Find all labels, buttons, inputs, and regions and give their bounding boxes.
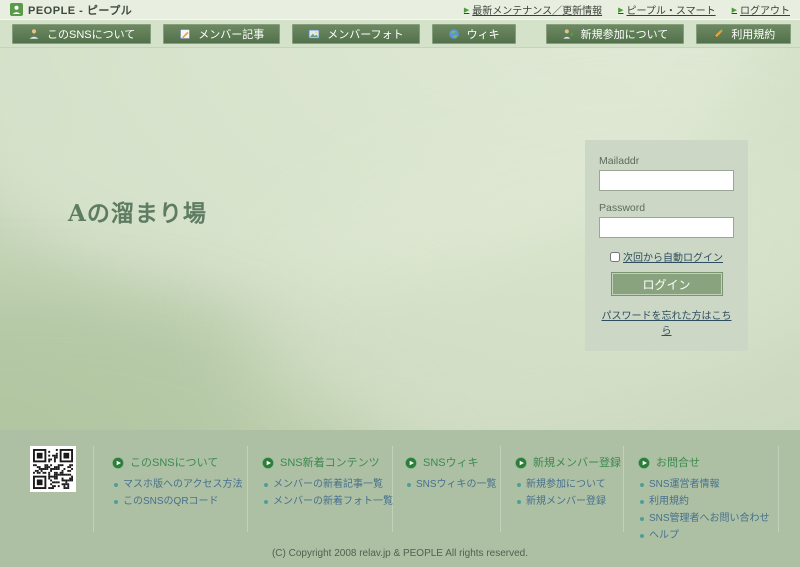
app-title: PEOPLE - ピープル	[28, 2, 132, 18]
auto-login-checkbox[interactable]	[610, 252, 620, 262]
link-logout[interactable]: ログアウト	[732, 2, 790, 17]
person-add-icon	[562, 28, 574, 40]
nav-button-label: このSNSについて	[47, 26, 135, 42]
footer-column-new-content: SNS新着コンテンツ メンバーの新着記事一覧 メンバーの新着フォト一覧	[262, 454, 393, 512]
person-icon	[28, 28, 40, 40]
footer-link[interactable]: ヘルプ	[649, 529, 679, 542]
nav-button-member-photos[interactable]: メンバーフォト	[292, 24, 419, 44]
footer-link[interactable]: SNS運営者情報	[649, 478, 720, 491]
footer-divider	[623, 446, 624, 532]
footer-column-title[interactable]: このSNSについて	[130, 454, 218, 470]
nav-button-about-sns[interactable]: このSNSについて	[12, 24, 151, 44]
play-circle-icon	[638, 456, 650, 468]
footer-column-title[interactable]: SNS新着コンテンツ	[280, 454, 380, 470]
footer-column-contact: お問合せ SNS運営者情報 利用規約 SNS管理者へお問い合わせ ヘルプ	[638, 454, 770, 546]
mailaddr-input[interactable]	[599, 170, 734, 191]
footer-column-title[interactable]: 新規メンバー登録	[533, 454, 621, 470]
nav-button-terms[interactable]: 利用規約	[696, 24, 791, 44]
play-circle-icon	[515, 456, 527, 468]
forgot-password-link[interactable]: パスワードを忘れた方はこちら	[599, 307, 734, 337]
footer-divider	[247, 446, 248, 532]
auto-login-label[interactable]: 次回から自動ログイン	[623, 249, 723, 264]
footer-column-register: 新規メンバー登録 新規参加について 新規メンバー登録	[515, 454, 621, 512]
photo-icon	[308, 28, 320, 40]
nav-button-wiki[interactable]: ウィキ	[432, 24, 516, 44]
footer-link[interactable]: 新規参加について	[526, 478, 606, 491]
app-logo[interactable]: PEOPLE - ピープル	[10, 2, 132, 18]
nav-button-label: ウィキ	[467, 26, 500, 42]
footer-link[interactable]: SNS管理者へお問い合わせ	[649, 512, 770, 525]
login-panel: Mailaddr Password 次回から自動ログイン ログイン パスワードを…	[585, 140, 748, 351]
nav-button-label: 新規参加について	[581, 26, 669, 42]
copyright-text: (C) Copyright 2008 relav.jp & PEOPLE All…	[0, 548, 800, 559]
article-icon	[179, 28, 191, 40]
play-circle-icon	[112, 456, 124, 468]
footer-divider	[500, 446, 501, 532]
page: PEOPLE - ピープル 最新メンテナンス／更新情報 ピープル・スマート ログ…	[0, 0, 800, 567]
play-circle-icon	[405, 456, 417, 468]
footer-link[interactable]: マスホ版へのアクセス方法	[123, 478, 243, 491]
footer: このSNSについて マスホ版へのアクセス方法 このSNSのQRコード SNS新着…	[0, 430, 800, 567]
main-area: Aの溜まり場 Mailaddr Password 次回から自動ログイン ログイン…	[0, 48, 800, 430]
nav-button-label: メンバーフォト	[327, 26, 403, 42]
play-circle-icon	[262, 456, 274, 468]
globe-icon	[448, 28, 460, 40]
footer-link[interactable]: SNSウィキの一覧	[416, 478, 497, 491]
header-links: 最新メンテナンス／更新情報 ピープル・スマート ログアウト	[464, 2, 790, 17]
link-people-smart[interactable]: ピープル・スマート	[618, 2, 716, 17]
qr-code	[30, 446, 76, 492]
nav-button-label: 利用規約	[731, 26, 775, 42]
nav-button-new-participation[interactable]: 新規参加について	[546, 24, 685, 44]
pencil-icon	[712, 28, 724, 40]
nav-right-group: 利用規約 ? ヘルプ	[696, 24, 800, 44]
auto-login-row: 次回から自動ログイン	[599, 249, 734, 264]
link-label: 最新メンテナンス／更新情報	[472, 2, 602, 17]
top-header: PEOPLE - ピープル 最新メンテナンス／更新情報 ピープル・スマート ログ…	[0, 0, 800, 20]
link-label: ログアウト	[740, 2, 790, 17]
nav-button-member-articles[interactable]: メンバー記事	[163, 24, 280, 44]
footer-link[interactable]: このSNSのQRコード	[123, 495, 219, 508]
password-label: Password	[599, 202, 734, 214]
people-logo-icon	[10, 3, 23, 16]
footer-divider	[93, 446, 94, 532]
footer-link[interactable]: 新規メンバー登録	[526, 495, 606, 508]
footer-link[interactable]: メンバーの新着フォト一覧	[273, 495, 393, 508]
navbar: このSNSについて メンバー記事 メンバーフォト ウィキ 新規参加について 利用…	[0, 20, 800, 48]
footer-column-title[interactable]: お問合せ	[656, 454, 700, 470]
footer-link[interactable]: メンバーの新着記事一覧	[273, 478, 383, 491]
community-title: Aの溜まり場	[68, 194, 207, 228]
footer-column-wiki: SNSウィキ SNSウィキの一覧	[405, 454, 497, 495]
mailaddr-label: Mailaddr	[599, 155, 734, 167]
login-button[interactable]: ログイン	[612, 273, 722, 295]
footer-column-about: このSNSについて マスホ版へのアクセス方法 このSNSのQRコード	[112, 454, 243, 512]
nav-button-label: メンバー記事	[198, 26, 264, 42]
link-label: ピープル・スマート	[627, 2, 716, 17]
footer-divider	[778, 446, 779, 532]
footer-column-title[interactable]: SNSウィキ	[423, 454, 479, 470]
link-maintenance-info[interactable]: 最新メンテナンス／更新情報	[464, 2, 602, 17]
footer-link[interactable]: 利用規約	[649, 495, 689, 508]
password-input[interactable]	[599, 217, 734, 238]
